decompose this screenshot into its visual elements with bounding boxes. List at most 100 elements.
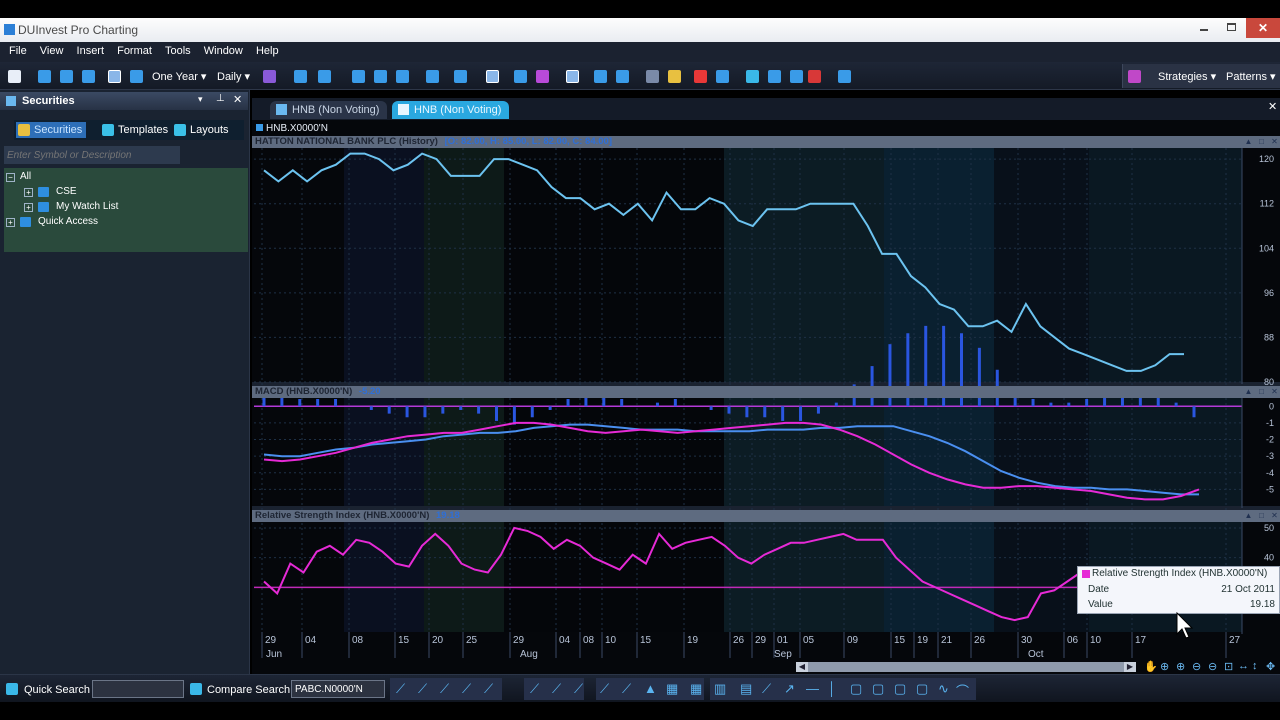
drawing-tool-icon[interactable]: ⟋ <box>762 681 771 697</box>
alert-icon[interactable] <box>536 70 549 83</box>
close-window-button[interactable]: ✕ <box>1246 18 1280 38</box>
menu-insert[interactable]: Insert <box>72 42 110 57</box>
pane-collapse-icon[interactable]: ▲ <box>1244 137 1253 146</box>
menu-help[interactable]: Help <box>251 42 284 57</box>
drawing-tool-icon[interactable]: ▢ <box>894 681 906 697</box>
menu-tools[interactable]: Tools <box>160 42 196 57</box>
drawing-tool-icon[interactable]: ⟋ <box>440 681 449 697</box>
indicator-icon[interactable] <box>318 70 331 83</box>
period-dropdown[interactable]: One Year ▾ <box>152 70 206 83</box>
interval-dropdown[interactable]: Daily ▾ <box>217 70 250 83</box>
scale-icon[interactable] <box>454 70 467 83</box>
patterns-dropdown[interactable]: Patterns ▾ <box>1226 70 1276 83</box>
pan-hand-icon[interactable]: ✋ <box>1144 660 1158 673</box>
pane-maximize-icon[interactable]: □ <box>1257 511 1266 520</box>
drawing-tool-icon[interactable]: │ <box>828 681 836 696</box>
table-icon[interactable] <box>616 70 629 83</box>
drawing-tool-icon[interactable]: ▥ <box>714 681 726 697</box>
tree-item-quick-access[interactable]: Quick Access <box>38 216 98 227</box>
zoom-out-2-icon[interactable]: ⊖ <box>1208 660 1217 673</box>
open-icon[interactable] <box>38 70 51 83</box>
watchlist-icon[interactable] <box>716 70 729 83</box>
close-tab-icon[interactable]: ✕ <box>1268 100 1277 113</box>
drawing-tool-icon[interactable]: ▦ <box>666 681 678 697</box>
menu-file[interactable]: File <box>4 42 32 57</box>
tree-item-all[interactable]: All <box>20 171 31 182</box>
expand-x-icon[interactable]: ↔ <box>1238 660 1249 672</box>
data-window-icon[interactable] <box>594 70 607 83</box>
menu-format[interactable]: Format <box>112 42 157 57</box>
tab-templates[interactable]: Templates <box>100 122 172 138</box>
drawing-tool-icon[interactable]: ▢ <box>850 681 862 697</box>
menu-window[interactable]: Window <box>199 42 248 57</box>
tab-layouts[interactable]: Layouts <box>172 122 233 138</box>
pen-icon[interactable] <box>746 70 759 83</box>
compare-icon[interactable] <box>352 70 365 83</box>
tab-chart-1[interactable]: HNB (Non Voting) <box>270 101 388 119</box>
tree-item-cse[interactable]: CSE <box>56 186 77 197</box>
tab-chart-2[interactable]: HNB (Non Voting) <box>392 101 510 119</box>
drawing-tool-icon[interactable]: ⟋ <box>484 681 493 697</box>
expand-watchlist-icon[interactable]: + <box>24 203 33 212</box>
drawing-tool-icon[interactable]: ⟋ <box>530 681 539 697</box>
save-icon[interactable] <box>60 70 73 83</box>
drawing-tool-icon[interactable]: ⟋ <box>574 681 583 697</box>
tree-item-watch-list[interactable]: My Watch List <box>56 201 118 212</box>
pane-close-icon[interactable]: ✕ <box>1270 511 1279 520</box>
drawing-tool-icon[interactable]: ∿ <box>938 681 949 697</box>
template-icon[interactable] <box>514 70 527 83</box>
drawing-tool-icon[interactable]: ⟋ <box>396 681 405 697</box>
maximize-button[interactable] <box>1218 18 1245 38</box>
refresh-icon[interactable] <box>396 70 409 83</box>
drawing-tool-icon[interactable]: ⟋ <box>600 681 609 697</box>
layout-icon[interactable] <box>108 70 121 83</box>
settings-icon[interactable] <box>838 70 851 83</box>
lock-icon[interactable] <box>808 70 821 83</box>
active-tool-icon[interactable] <box>486 70 499 83</box>
drawing-tool-icon[interactable]: ▢ <box>872 681 884 697</box>
pin-icon[interactable]: ⊥ <box>216 93 225 104</box>
market-depth-icon[interactable] <box>694 70 707 83</box>
expand-quick-access-icon[interactable]: + <box>6 218 15 227</box>
symbol-search-input[interactable] <box>4 146 180 164</box>
scanner-icon[interactable] <box>668 70 681 83</box>
drawing-tool-icon[interactable]: ⟋ <box>462 681 471 697</box>
grid-icon[interactable] <box>130 70 143 83</box>
pane-collapse-icon[interactable]: ▲ <box>1244 387 1253 396</box>
panel-close-icon[interactable]: ✕ <box>233 93 242 106</box>
compare-search-icon[interactable] <box>190 683 202 695</box>
compare-search-input[interactable] <box>291 680 385 698</box>
drawing-icon[interactable] <box>426 70 439 83</box>
pane-close-icon[interactable]: ✕ <box>1270 387 1279 396</box>
pane-maximize-icon[interactable]: □ <box>1257 387 1266 396</box>
zoom-in-2-icon[interactable]: ⊕ <box>1176 660 1185 673</box>
zoom-icon[interactable] <box>294 70 307 83</box>
crosshair-icon[interactable] <box>374 70 387 83</box>
zoom-fit-icon[interactable]: ⊡ <box>1224 660 1233 673</box>
zoom-out-icon[interactable]: ⊖ <box>1192 660 1201 673</box>
export-icon[interactable] <box>768 70 781 83</box>
pane-close-icon[interactable]: ✕ <box>1270 137 1279 146</box>
drawing-tool-icon[interactable]: ⟋ <box>418 681 427 697</box>
drawing-tool-icon[interactable]: ▦ <box>690 681 702 697</box>
minimize-button[interactable] <box>1190 18 1217 38</box>
expand-y-icon[interactable]: ↕ <box>1252 660 1258 672</box>
pane-collapse-icon[interactable]: ▲ <box>1244 511 1253 520</box>
drawing-tool-icon[interactable]: ⟋ <box>552 681 561 697</box>
tab-securities[interactable]: Securities <box>16 122 87 138</box>
drawing-tool-icon[interactable]: ⟋ <box>622 681 631 697</box>
strategies-dropdown[interactable]: Strategies ▾ <box>1158 70 1216 83</box>
chart-type-icon[interactable] <box>263 70 276 83</box>
drawing-tool-icon[interactable]: ↗ <box>784 681 795 697</box>
chart-scrollbar[interactable] <box>796 662 1136 672</box>
panel-menu-icon[interactable]: ▾ <box>198 94 203 105</box>
scroll-right-icon[interactable]: ▶ <box>1124 662 1136 672</box>
window-icon[interactable] <box>566 70 579 83</box>
new-chart-icon[interactable] <box>8 70 21 83</box>
magnet-icon[interactable] <box>790 70 803 83</box>
strategies-icon[interactable] <box>1128 70 1141 83</box>
drawing-tool-icon[interactable]: ▲ <box>644 681 657 696</box>
print-icon[interactable] <box>82 70 95 83</box>
zoom-in-icon[interactable]: ⊕ <box>1160 660 1169 673</box>
drawing-tool-icon[interactable]: ⌒ <box>956 681 969 700</box>
